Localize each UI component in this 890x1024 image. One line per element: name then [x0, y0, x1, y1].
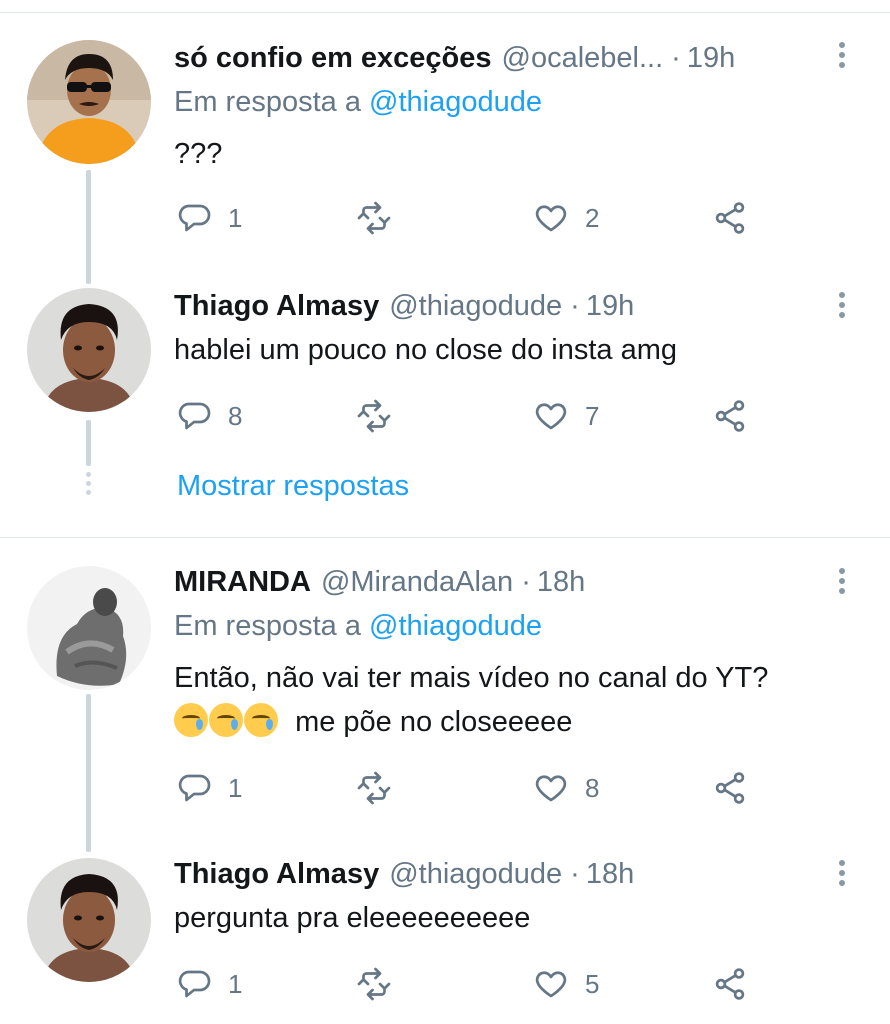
reply-button[interactable]: 1	[176, 768, 242, 808]
user-handle[interactable]: @MirandaAlan	[321, 566, 513, 599]
reply-button[interactable]: 8	[176, 396, 242, 436]
tweet-text: pergunta pra eleeeeeeeeee	[174, 902, 531, 934]
like-button[interactable]: 7	[533, 396, 599, 436]
like-button[interactable]: 8	[533, 768, 599, 808]
reply-icon	[178, 204, 211, 232]
display-name[interactable]: MIRANDA	[174, 566, 311, 599]
tweet-header: Thiago Almasy @thiagodude · 19h	[174, 286, 634, 326]
retweet-button[interactable]	[356, 768, 408, 808]
avatar[interactable]	[27, 566, 151, 690]
reply-button[interactable]: 1	[176, 964, 242, 1004]
timestamp[interactable]: 19h	[586, 290, 634, 323]
reply-handle-link[interactable]: @thiagodude	[369, 610, 542, 642]
display-name[interactable]: Thiago Almasy	[174, 858, 379, 891]
tweet-header: Thiago Almasy @thiagodude · 18h	[174, 854, 634, 894]
like-count: 8	[585, 772, 600, 803]
tweet-actions: 1 2	[0, 198, 890, 238]
crying-face-emoji	[209, 703, 243, 737]
separator: ·	[570, 289, 580, 322]
like-count: 7	[585, 400, 600, 431]
tweet-text-line1: Então, não vai ter mais vídeo no canal d…	[174, 662, 769, 694]
tweet-header: só confio em exceções @ocalebel... · 19h	[174, 38, 735, 78]
like-count: 5	[585, 968, 600, 999]
reply-icon	[178, 970, 211, 998]
separator: ·	[570, 857, 580, 890]
share-icon	[715, 772, 745, 804]
timestamp[interactable]: 19h	[687, 42, 735, 75]
timestamp[interactable]: 18h	[586, 858, 634, 891]
avatar[interactable]	[27, 288, 151, 412]
tweet-header: MIRANDA @MirandaAlan · 18h	[174, 562, 585, 602]
avatar[interactable]	[27, 40, 151, 164]
reply-context: Em resposta a @thiagodude	[174, 610, 542, 643]
more-options-icon[interactable]	[835, 290, 849, 320]
tweet-actions: 8 7	[0, 396, 890, 436]
timestamp[interactable]: 18h	[537, 566, 585, 599]
like-count: 2	[585, 202, 600, 233]
retweet-icon	[357, 201, 391, 235]
retweet-icon	[357, 967, 391, 1001]
retweet-icon	[357, 771, 391, 805]
thread-divider	[0, 537, 890, 538]
reply-button[interactable]: 1	[176, 198, 242, 238]
share-button[interactable]	[712, 396, 748, 436]
avatar-image	[27, 566, 151, 690]
more-options-icon[interactable]	[835, 858, 849, 888]
separator: ·	[521, 565, 531, 598]
retweet-button[interactable]	[356, 396, 408, 436]
reply-prefix: Em resposta a	[174, 610, 361, 642]
like-button[interactable]: 5	[533, 964, 599, 1004]
heart-icon	[535, 205, 567, 232]
share-icon	[715, 400, 745, 432]
tweet-text: hablei um pouco no close do insta amg	[174, 334, 677, 366]
show-replies-link[interactable]: Mostrar respostas	[177, 470, 409, 503]
like-button[interactable]: 2	[533, 198, 599, 238]
heart-icon	[535, 775, 567, 802]
tweet-actions: 1 8	[0, 768, 890, 808]
reply-count: 8	[228, 400, 243, 431]
crying-face-emoji	[174, 703, 208, 737]
share-button[interactable]	[712, 198, 748, 238]
display-name[interactable]: só confio em exceções	[174, 42, 492, 75]
reply-handle-link[interactable]: @thiagodude	[369, 86, 542, 118]
share-button[interactable]	[712, 964, 748, 1004]
reply-prefix: Em resposta a	[174, 86, 361, 118]
crying-face-emoji	[244, 703, 278, 737]
tweet-actions: 1 5	[0, 964, 890, 1004]
share-icon	[715, 968, 745, 1000]
retweet-button[interactable]	[356, 964, 408, 1004]
share-button[interactable]	[712, 768, 748, 808]
user-handle[interactable]: @thiagodude	[389, 290, 562, 323]
thread-dots	[86, 472, 91, 499]
more-options-icon[interactable]	[835, 40, 849, 70]
more-options-icon[interactable]	[835, 566, 849, 596]
user-handle[interactable]: @ocalebel...	[502, 42, 664, 75]
reply-count: 1	[228, 772, 243, 803]
reply-icon	[178, 774, 211, 802]
user-handle[interactable]: @thiagodude	[389, 858, 562, 891]
avatar-image	[27, 288, 151, 412]
reply-context: Em resposta a @thiagodude	[174, 86, 542, 119]
avatar-image	[27, 40, 151, 164]
retweet-icon	[357, 399, 391, 433]
reply-icon	[178, 402, 211, 430]
display-name[interactable]: Thiago Almasy	[174, 290, 379, 323]
heart-icon	[535, 403, 567, 430]
retweet-button[interactable]	[356, 198, 408, 238]
top-divider	[0, 12, 890, 13]
reply-count: 1	[228, 202, 243, 233]
heart-icon	[535, 971, 567, 998]
tweet-text-line2-row: me põe no closeeeee	[174, 702, 572, 742]
share-icon	[715, 202, 745, 234]
separator: ·	[671, 41, 681, 74]
reply-count: 1	[228, 968, 243, 999]
tweet-text: ???	[174, 138, 223, 170]
tweet-text-line2: me põe no closeeeee	[295, 706, 573, 738]
